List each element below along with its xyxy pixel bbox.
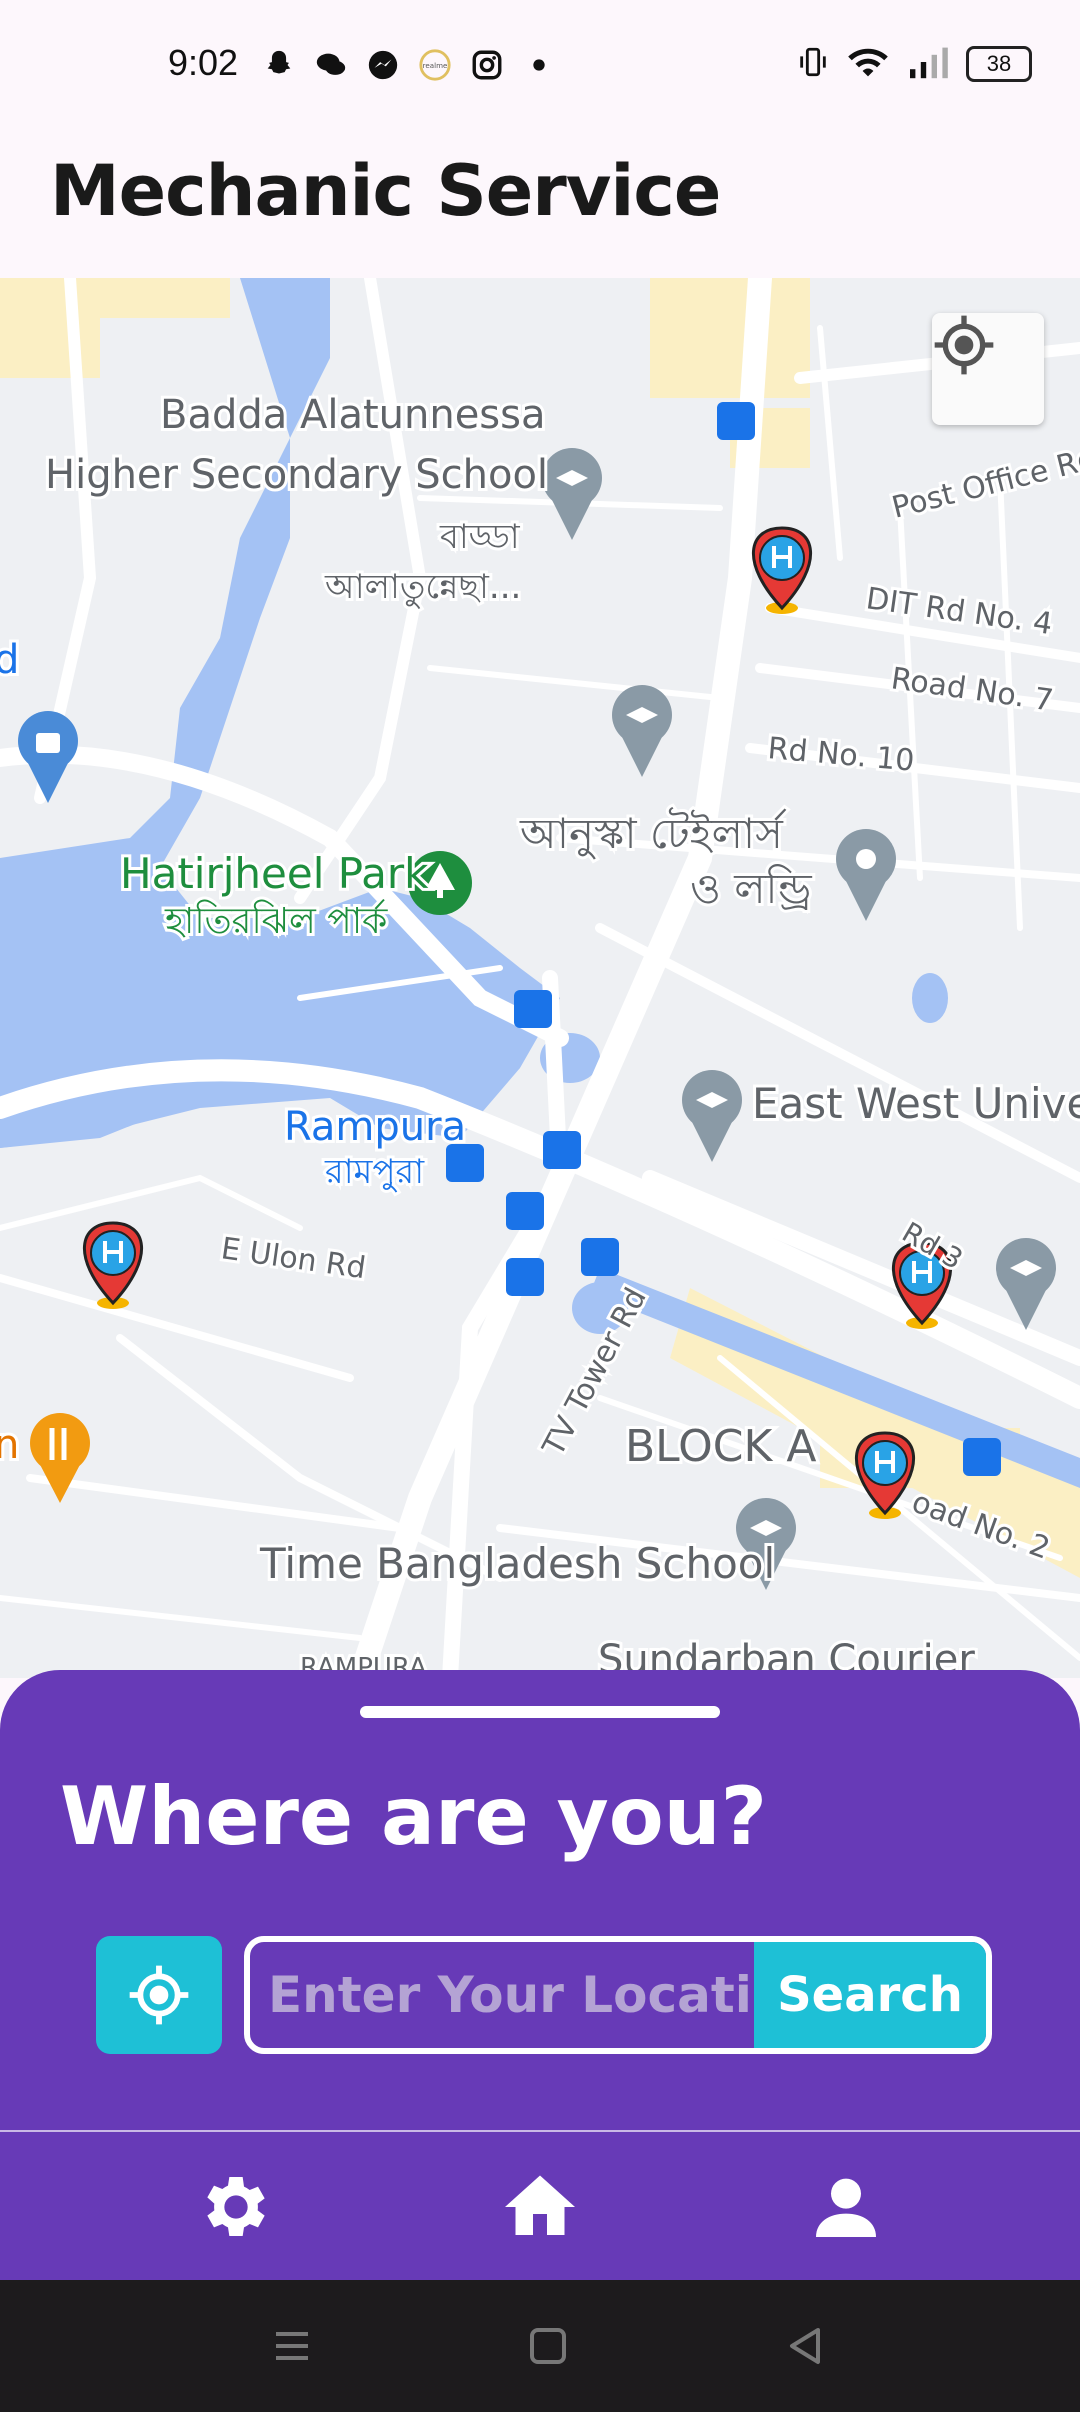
location-input[interactable] bbox=[250, 1942, 750, 2048]
sheet-drag-handle[interactable] bbox=[360, 1706, 720, 1718]
map-label-rampura-bn: রামপুরা bbox=[324, 1152, 425, 1192]
page-title: Mechanic Service bbox=[50, 150, 721, 232]
map-label-rampura: Rampura bbox=[284, 1104, 466, 1150]
square-icon bbox=[530, 2328, 566, 2364]
home-icon bbox=[505, 2175, 575, 2235]
app-bar: Mechanic Service bbox=[0, 140, 1080, 278]
menu-icon bbox=[276, 2332, 308, 2360]
map-label-dit: DIT Rd No. 4 bbox=[864, 581, 1055, 642]
map-label-bn1: বাড্ডা bbox=[439, 517, 521, 557]
home-system-button[interactable] bbox=[524, 2322, 572, 2370]
map-label-left-d: d bbox=[0, 637, 19, 683]
map-label-park: Hatirjheel Park bbox=[120, 849, 429, 898]
crosshair-icon bbox=[934, 315, 994, 375]
map-label-park-bn: হাতিরঝিল পার্ক bbox=[164, 899, 388, 942]
dot-icon bbox=[522, 48, 558, 84]
current-location-button[interactable] bbox=[96, 1936, 222, 2054]
recent-apps-button[interactable] bbox=[268, 2322, 316, 2370]
nav-home[interactable] bbox=[495, 2162, 585, 2252]
search-button[interactable]: Search bbox=[754, 1942, 986, 2048]
back-triangle-icon bbox=[790, 2328, 820, 2364]
svg-text:realme: realme bbox=[423, 61, 448, 70]
system-navigation-bar bbox=[0, 2280, 1080, 2412]
nav-profile[interactable] bbox=[801, 2162, 891, 2252]
map-label-ewu: East West Univers bbox=[752, 1079, 1080, 1128]
map-label-school-b: Higher Secondary School bbox=[45, 452, 548, 498]
notification-icons: realme bbox=[262, 48, 558, 84]
location-search-box: Search bbox=[244, 1936, 992, 2054]
person-icon bbox=[816, 2178, 876, 2237]
messenger-icon bbox=[366, 48, 402, 84]
map-view[interactable]: Badda Alatunnessa Higher Secondary Schoo… bbox=[0, 278, 1080, 1678]
map-label-tailors-2: ও লন্ড্রি bbox=[690, 864, 813, 913]
signal-icon bbox=[906, 44, 950, 84]
bottom-navigation bbox=[0, 2130, 1080, 2280]
snapchat-icon bbox=[262, 48, 298, 84]
map-label-post-office: Post Office Rd bbox=[888, 441, 1080, 526]
my-location-button[interactable] bbox=[932, 313, 1044, 425]
back-system-button[interactable] bbox=[782, 2322, 830, 2370]
map-label-rd10: Rd No. 10 bbox=[766, 731, 915, 779]
instagram-icon bbox=[470, 48, 506, 84]
gear-icon bbox=[207, 2177, 265, 2236]
map-label-school: Badda Alatunnessa bbox=[160, 392, 546, 438]
realme-icon: realme bbox=[418, 48, 454, 84]
battery-indicator: 38 bbox=[966, 46, 1032, 82]
status-time: 9:02 bbox=[168, 42, 239, 83]
gps-icon bbox=[129, 1965, 189, 2025]
map-label-time-school: Time Bangladesh School bbox=[259, 1539, 775, 1588]
wifi-icon bbox=[846, 44, 890, 84]
vibrate-icon bbox=[796, 45, 830, 83]
map-label-left-n: n bbox=[0, 1422, 19, 1468]
map-label-bn2: আলাতুন্নেছা... bbox=[324, 567, 521, 608]
nav-settings[interactable] bbox=[188, 2162, 278, 2252]
system-status: 38 bbox=[796, 44, 1032, 84]
location-sheet: Where are you? Search bbox=[0, 1670, 1080, 2130]
sheet-title: Where are you? bbox=[60, 1770, 768, 1863]
map-label-ulon: E Ulon Rd bbox=[219, 1231, 368, 1286]
chat-icon bbox=[314, 48, 350, 84]
status-bar: 9:02 realme 38 bbox=[0, 0, 1080, 140]
map-label-block-a: BLOCK A bbox=[625, 1421, 816, 1472]
map-label-tailors: আনুস্কা টেইলার্স bbox=[519, 807, 786, 859]
map-canvas: Badda Alatunnessa Higher Secondary Schoo… bbox=[0, 278, 1080, 1678]
